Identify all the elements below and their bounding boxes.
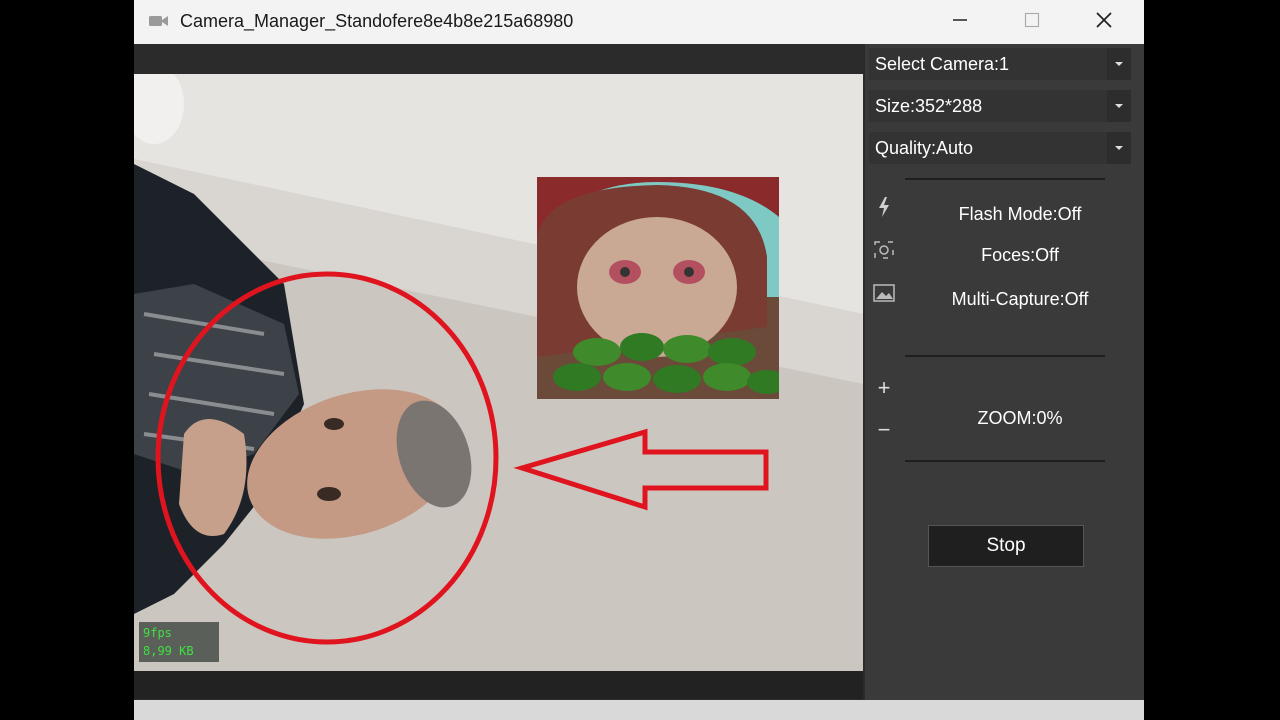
quality-select-value: Quality:Auto [875,138,974,158]
bitrate-readout: 8,99 KB [143,644,194,658]
stop-button[interactable]: Stop [928,525,1084,567]
maximize-icon [1024,12,1040,28]
zoom-in-button[interactable]: + [871,375,897,401]
stream-stats: 9fps 8,99 KB [139,622,219,662]
flash-mode-toggle[interactable]: Flash Mode:Off [905,204,1135,225]
minimize-icon [953,19,967,21]
divider [905,460,1105,462]
camera-select[interactable]: Select Camera:1 [869,48,1131,80]
size-select-value: Size:352*288 [875,96,983,116]
video-footer [134,671,863,699]
multi-capture-toggle[interactable]: Multi-Capture:Off [905,289,1135,310]
title-bar: Camera_Manager_Standofere8e4b8e215a68980 [134,0,1144,44]
close-icon [1096,12,1112,28]
control-panel: Select Camera:1 Size:352*288 Quality:Aut… [865,44,1144,700]
flash-icon[interactable] [871,194,897,220]
camera-manager-window: Camera_Manager_Standofere8e4b8e215a68980 [134,0,1144,720]
zoom-level: ZOOM:0% [977,408,1063,428]
inset-photo [537,177,779,399]
inset-image [537,177,779,399]
camera-select-value: Select Camera:1 [875,54,1010,74]
divider [905,355,1105,357]
minimize-button[interactable] [924,0,996,40]
video-panel: 9fps 8,99 KB [134,44,864,700]
maximize-button[interactable] [996,0,1068,40]
chevron-down-icon[interactable] [1107,132,1131,164]
image-icon[interactable] [871,280,897,306]
focus-icon[interactable] [871,237,897,263]
quality-select[interactable]: Quality:Auto [869,132,1131,164]
chevron-down-icon[interactable] [1107,90,1131,122]
divider [905,178,1105,180]
focus-toggle[interactable]: Foces:Off [905,245,1135,266]
chevron-down-icon[interactable] [1107,48,1131,80]
fps-readout: 9fps [143,626,172,640]
camera-icon [148,13,170,29]
window-title: Camera_Manager_Standofere8e4b8e215a68980 [180,11,574,31]
zoom-out-button[interactable]: − [871,417,897,443]
size-select[interactable]: Size:352*288 [869,90,1131,122]
bottom-strip [134,700,1144,720]
close-button[interactable] [1068,0,1140,40]
